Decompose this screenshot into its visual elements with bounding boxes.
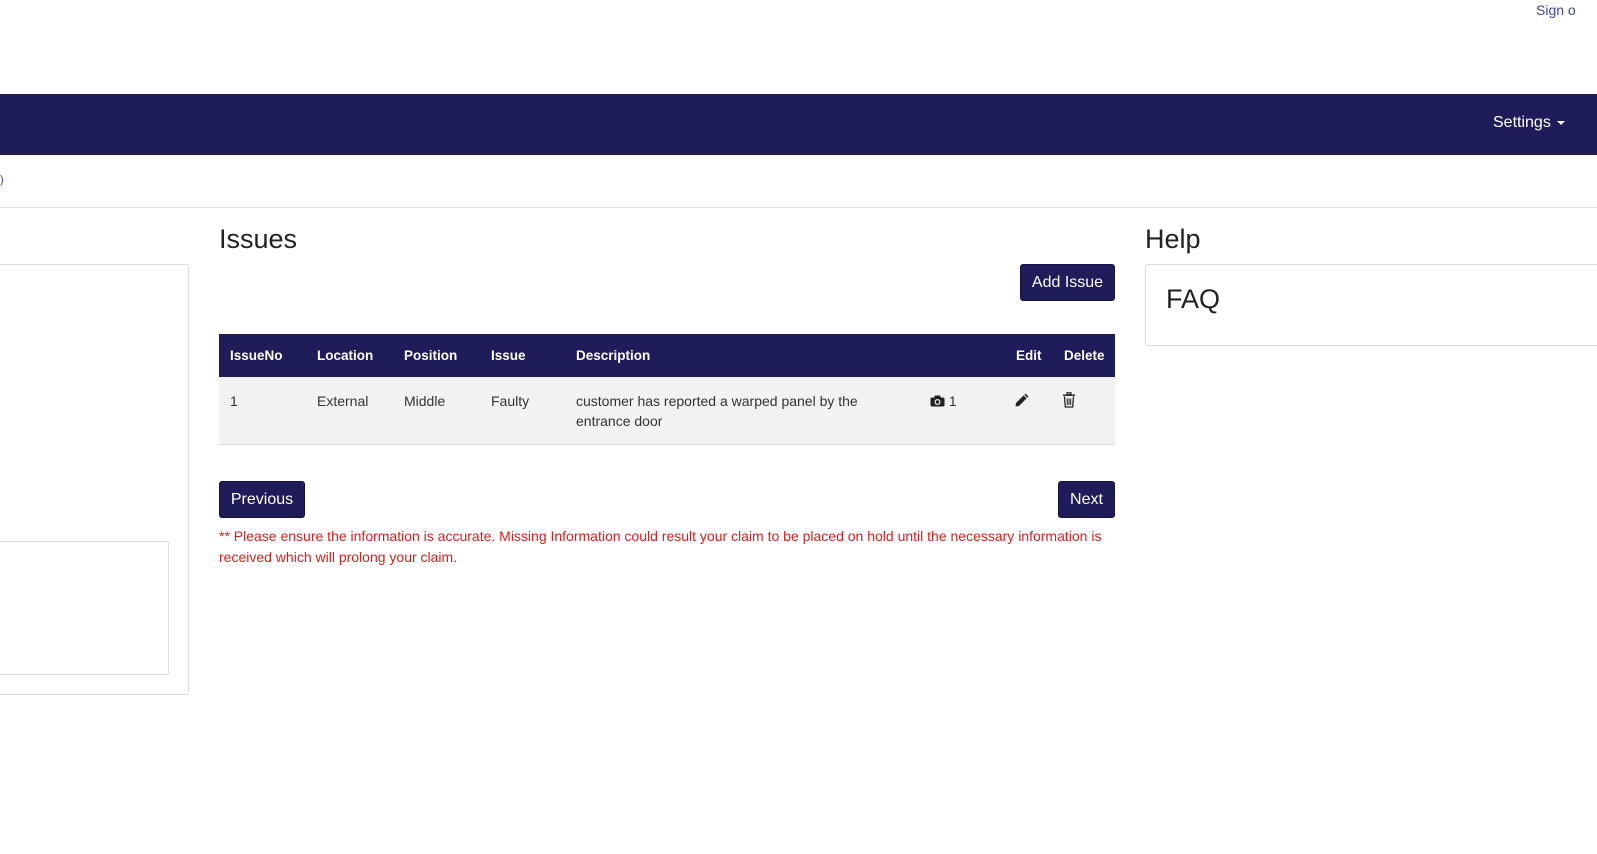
help-title: Help xyxy=(1145,224,1201,254)
settings-dropdown[interactable]: Settings xyxy=(1493,114,1565,132)
col-header-delete: Delete xyxy=(1064,348,1105,363)
table-row: 1 External Middle Faulty customer has re… xyxy=(219,377,1115,444)
col-header-location: Location xyxy=(317,348,374,363)
issues-title: Issues xyxy=(219,224,298,254)
col-header-description: Description xyxy=(576,348,651,363)
cell-edit xyxy=(1005,377,1053,444)
breadcrumb-divider xyxy=(0,207,1597,208)
faq-heading[interactable]: FAQ xyxy=(1166,284,1220,315)
left-panel-inner-box xyxy=(0,541,169,675)
accuracy-warning: ** Please ensure the information is accu… xyxy=(219,528,1102,565)
cell-delete xyxy=(1053,377,1115,444)
col-header-issue: Issue xyxy=(491,348,526,363)
next-button[interactable]: Next xyxy=(1058,481,1115,518)
cell-position: Middle xyxy=(404,393,446,409)
cell-issue: Faulty xyxy=(491,393,530,409)
cell-photos[interactable]: 1 xyxy=(924,377,1005,444)
table-header-row: IssueNo Location Position Issue Descript… xyxy=(219,334,1115,377)
settings-label: Settings xyxy=(1493,114,1551,131)
pencil-icon[interactable] xyxy=(1014,391,1030,411)
cell-issue-no: 1 xyxy=(230,393,238,409)
col-header-edit: Edit xyxy=(1016,348,1042,363)
col-header-photos xyxy=(924,334,1005,377)
photo-count: 1 xyxy=(948,393,957,409)
col-header-position: Position xyxy=(404,348,458,363)
add-issue-button[interactable]: Add Issue xyxy=(1020,264,1115,301)
trash-icon[interactable] xyxy=(1062,391,1076,411)
cell-description: customer has reported a warped panel by … xyxy=(576,393,858,429)
top-navbar: Settings xyxy=(0,94,1597,155)
col-header-issueno: IssueNo xyxy=(230,348,283,363)
camera-icon[interactable] xyxy=(930,391,945,411)
issues-table: IssueNo Location Position Issue Descript… xyxy=(219,334,1115,445)
previous-button[interactable]: Previous xyxy=(219,481,305,518)
sign-out-link[interactable]: Sign o xyxy=(1536,2,1576,18)
caret-down-icon xyxy=(1556,120,1565,125)
breadcrumb[interactable]: ) xyxy=(0,174,4,186)
cell-location: External xyxy=(317,393,369,409)
